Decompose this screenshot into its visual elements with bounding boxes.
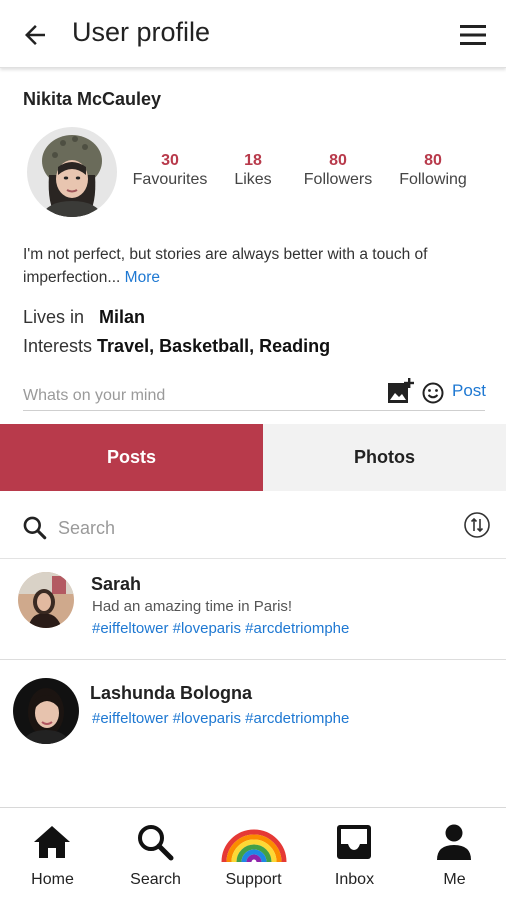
nav-support[interactable]: Support xyxy=(203,808,304,900)
stat-following[interactable]: 80 Following xyxy=(388,152,478,190)
stat-label: Following xyxy=(399,171,467,188)
post-author: Sarah xyxy=(91,574,142,594)
home-icon xyxy=(34,826,70,858)
nav-inbox[interactable]: Inbox xyxy=(304,808,405,900)
profile-bio: I'm not perfect, but stories are always … xyxy=(23,243,483,289)
tab-bar: Posts Photos xyxy=(0,424,506,491)
nav-label: Support xyxy=(225,871,282,888)
stat-value: 80 xyxy=(424,152,442,169)
profile-name: Nikita McCauley xyxy=(23,89,162,109)
post-text: Had an amazing time in Paris! xyxy=(92,598,293,615)
list-item[interactable]: Lashunda Bologna #eiffeltower #loveparis… xyxy=(0,660,506,760)
stat-value: 80 xyxy=(329,152,347,169)
rainbow-icon xyxy=(221,829,287,863)
post-tags[interactable]: #eiffeltower #loveparis #arcdetriomphe xyxy=(92,620,349,637)
lives-in-row: Lives in Milan xyxy=(23,307,145,328)
lives-in-value: Milan xyxy=(99,307,146,327)
stat-label: Likes xyxy=(234,171,272,188)
tab-posts[interactable]: Posts xyxy=(0,424,263,491)
stat-label: Followers xyxy=(303,171,373,188)
search-bar xyxy=(0,497,506,559)
search-icon xyxy=(138,825,174,861)
inbox-icon xyxy=(337,825,371,859)
post-button[interactable]: Post xyxy=(452,381,486,401)
interests-value: Travel, Basketball, Reading xyxy=(97,336,331,356)
post-tags[interactable]: #eiffeltower #loveparis #arcdetriomphe xyxy=(92,710,349,727)
stat-followers[interactable]: 80 Followers xyxy=(293,152,383,190)
nav-me[interactable]: Me xyxy=(404,808,505,900)
nav-label: Search xyxy=(130,871,181,888)
avatar xyxy=(18,572,74,628)
post-author: Lashunda Bologna xyxy=(90,683,252,703)
nav-label: Me xyxy=(443,871,466,888)
bottom-navigation: Home Search Support Inbox Me xyxy=(0,807,506,900)
stat-likes[interactable]: 18 Likes xyxy=(208,152,298,190)
stat-label: Favourites xyxy=(132,171,208,188)
stat-value: 18 xyxy=(244,152,262,169)
search-input[interactable] xyxy=(58,514,438,542)
lives-in-label: Lives in xyxy=(23,307,85,327)
person-icon xyxy=(437,824,471,860)
arrow-left-icon[interactable] xyxy=(20,20,50,50)
composer: Post xyxy=(23,378,486,411)
app-bar: User profile xyxy=(0,0,506,68)
sort-icon[interactable] xyxy=(463,511,491,539)
whats-on-your-mind-input[interactable] xyxy=(23,383,363,409)
nav-home[interactable]: Home xyxy=(2,808,103,900)
list-item[interactable]: Sarah Had an amazing time in Paris! #eif… xyxy=(0,559,506,659)
search-icon xyxy=(23,516,47,540)
interests-row: Interests Travel, Basketball, Reading xyxy=(23,336,330,357)
nav-label: Home xyxy=(31,871,74,888)
tab-photos[interactable]: Photos xyxy=(263,424,506,491)
interests-label: Interests xyxy=(23,336,93,356)
nav-label: Inbox xyxy=(334,871,375,888)
add-photo-icon[interactable] xyxy=(387,377,415,405)
page-title: User profile xyxy=(72,17,211,47)
emoji-icon[interactable] xyxy=(421,381,445,405)
profile-avatar[interactable] xyxy=(27,127,117,217)
stat-value: 30 xyxy=(161,152,179,169)
avatar xyxy=(13,678,79,744)
stat-favourites[interactable]: 30 Favourites xyxy=(125,152,215,190)
bio-more-link[interactable]: More xyxy=(125,269,160,286)
nav-search[interactable]: Search xyxy=(105,808,206,900)
bio-text: I'm not perfect, but stories are always … xyxy=(23,246,428,286)
hamburger-menu-icon[interactable] xyxy=(458,22,488,48)
